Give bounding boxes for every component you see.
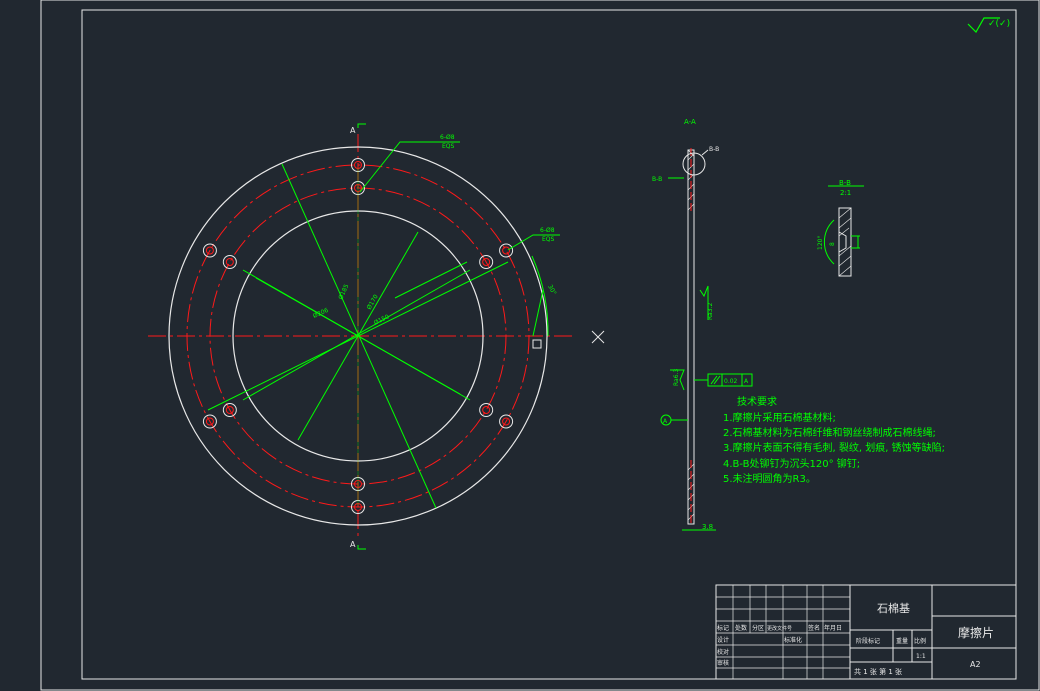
tb-row-label: 校对 xyxy=(717,648,729,656)
tb-col-label: 处数 xyxy=(735,624,747,632)
rivet-hole-inner xyxy=(502,246,511,255)
tb-col-label: 签名 xyxy=(808,624,820,632)
outer-frame xyxy=(40,0,1040,691)
section-arrow-top xyxy=(357,123,366,128)
tb-sheets: 共 1 张 第 1 张 xyxy=(854,667,902,676)
detail-scale: 2:1 xyxy=(840,189,851,197)
tech-item: 1.摩擦片采用石棉基材料; xyxy=(723,411,836,424)
note-holes-inner-sub: EQS xyxy=(442,143,455,150)
tech-title: 技术要求 xyxy=(737,395,777,408)
tb-col-label: 更改文件号 xyxy=(767,625,792,632)
tech-item: 4.B-B处铆钉为沉头120° 铆钉; xyxy=(723,457,860,470)
rivet-hole xyxy=(222,255,237,269)
tb-scale-value: 1:1 xyxy=(916,653,926,660)
thickness-value: 3.8 xyxy=(702,523,713,531)
detail-hatch xyxy=(838,207,852,277)
tolerance-value: 0.02 xyxy=(724,378,738,385)
front-view xyxy=(148,123,605,550)
angle-box xyxy=(532,339,542,349)
title-material: 石棉基 xyxy=(877,601,910,615)
tolerance-datum: A xyxy=(744,378,749,385)
datum-label: A xyxy=(663,418,668,425)
rivet-hole-inner xyxy=(482,406,491,414)
title-sheet-size: A2 xyxy=(970,660,981,669)
tech-item: 5.未注明圆角为R3。 xyxy=(723,472,816,485)
detail-body xyxy=(838,207,852,277)
ucs-cross-icon xyxy=(591,330,605,344)
title-part-name: 摩擦片 xyxy=(958,625,994,640)
note-holes-inner: 6-Ø8 xyxy=(440,134,455,141)
detail-view-bb xyxy=(823,185,864,277)
tb-weight: 重量 xyxy=(896,637,908,645)
detail-angle-arc xyxy=(823,219,835,265)
section-label-bb-left: B-B xyxy=(652,176,662,183)
detail-dim: 8 xyxy=(829,242,836,246)
detail-title: B-B xyxy=(839,179,851,187)
section-view-aa xyxy=(660,148,753,531)
rivet-hole xyxy=(479,403,494,417)
section-arrow-bottom xyxy=(357,545,366,550)
tech-item: 3.摩擦片表面不得有毛刺, 裂纹, 划痕, 锈蚀等缺陷; xyxy=(723,441,945,454)
tb-col-label: 年月日 xyxy=(824,624,842,632)
tech-item: 2.石棉基材料为石棉纤维和钢丝绕制成石棉线绳; xyxy=(723,426,936,439)
tb-row-label: 标记 xyxy=(717,624,729,632)
dim-angle: 30° xyxy=(546,284,557,297)
tb-scale: 比例 xyxy=(914,637,926,645)
section-label-bottom: A xyxy=(350,540,356,549)
inner-frame xyxy=(81,9,1017,680)
tb-row-label: 设计 xyxy=(717,636,729,644)
tb-row-label: 审核 xyxy=(717,659,729,667)
section-label-top: A xyxy=(350,126,356,135)
note-holes-outer-sub: EQS xyxy=(542,236,555,243)
drawing-canvas: ✓(✓) A A 6-Ø8 EQS 6-Ø8 EQS Ø206 Ø185 Ø17… xyxy=(40,0,1040,691)
rivet-hole-inner xyxy=(225,258,234,266)
note-holes-outer: 6-Ø8 xyxy=(540,227,555,234)
tb-stage-mark: 阶段标记 xyxy=(856,637,880,645)
detail-angle: 120° xyxy=(817,236,824,250)
leader-bb xyxy=(701,149,709,156)
section-title-aa: A-A xyxy=(684,118,696,126)
rivet-hole xyxy=(499,243,514,258)
section-label-bb-right: B-B xyxy=(709,146,719,153)
roughness-side-value: Ra3.2 xyxy=(707,303,714,320)
roughness-mark: ✓(✓) xyxy=(988,19,1010,29)
angle-ext xyxy=(532,289,544,337)
dim-pcd-outer: Ø185 xyxy=(337,283,350,301)
tb-standardization: 标准化 xyxy=(784,636,802,644)
tb-col-label: 分区 xyxy=(752,624,764,632)
roughness-face-value: Ra6.3 xyxy=(673,369,680,386)
